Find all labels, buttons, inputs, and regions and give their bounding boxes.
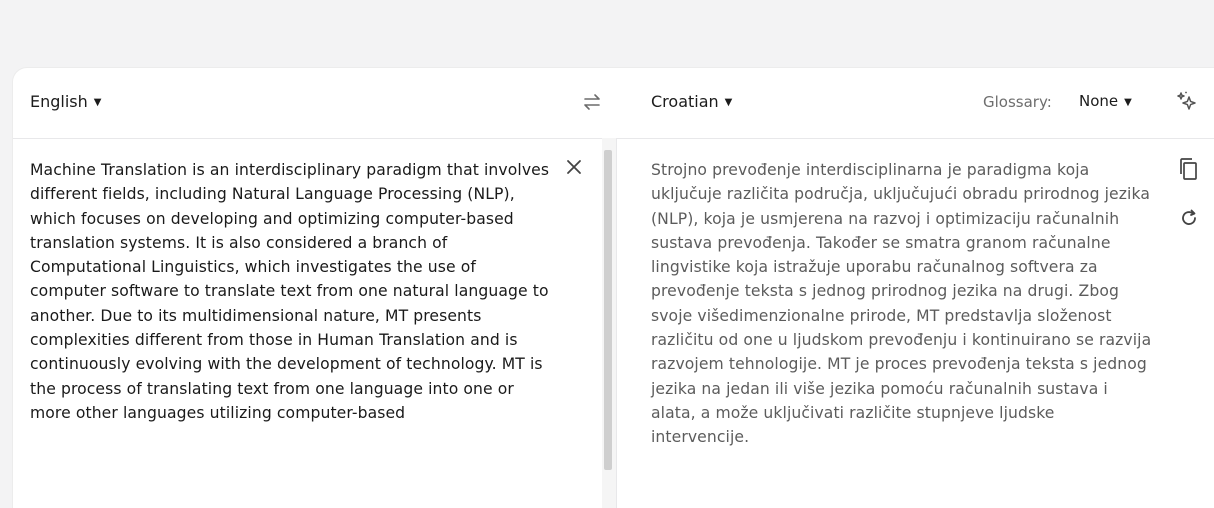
target-language-select[interactable]: Croatian ▼ <box>651 92 732 111</box>
scrollbar-thumb[interactable] <box>604 150 612 470</box>
source-scrollbar[interactable] <box>602 138 616 508</box>
glossary-select[interactable]: None ▼ <box>1079 92 1132 110</box>
close-icon[interactable] <box>565 158 583 176</box>
translation-panel: English ▼ Croatian ▼ Glossary: None ▼ Ma… <box>13 68 1214 508</box>
swap-languages-icon[interactable] <box>579 90 605 114</box>
source-text[interactable]: Machine Translation is an interdisciplin… <box>30 158 550 425</box>
refresh-icon[interactable] <box>1179 208 1199 228</box>
translation-header: English ▼ Croatian ▼ Glossary: None ▼ <box>13 68 1214 139</box>
copy-icon[interactable] <box>1178 157 1198 181</box>
glossary-label: Glossary: <box>983 93 1052 111</box>
source-language-label: English <box>30 92 88 111</box>
source-language-select[interactable]: English ▼ <box>30 92 101 111</box>
target-language-label: Croatian <box>651 92 719 111</box>
chevron-down-icon: ▼ <box>724 97 733 108</box>
chevron-down-icon: ▼ <box>1124 96 1132 108</box>
chevron-down-icon: ▼ <box>93 97 102 108</box>
translated-text: Strojno prevođenje interdisciplinarna je… <box>651 161 1152 447</box>
sparkle-icon[interactable] <box>1175 89 1199 113</box>
panel-divider <box>616 138 617 508</box>
glossary-value: None <box>1079 92 1119 110</box>
